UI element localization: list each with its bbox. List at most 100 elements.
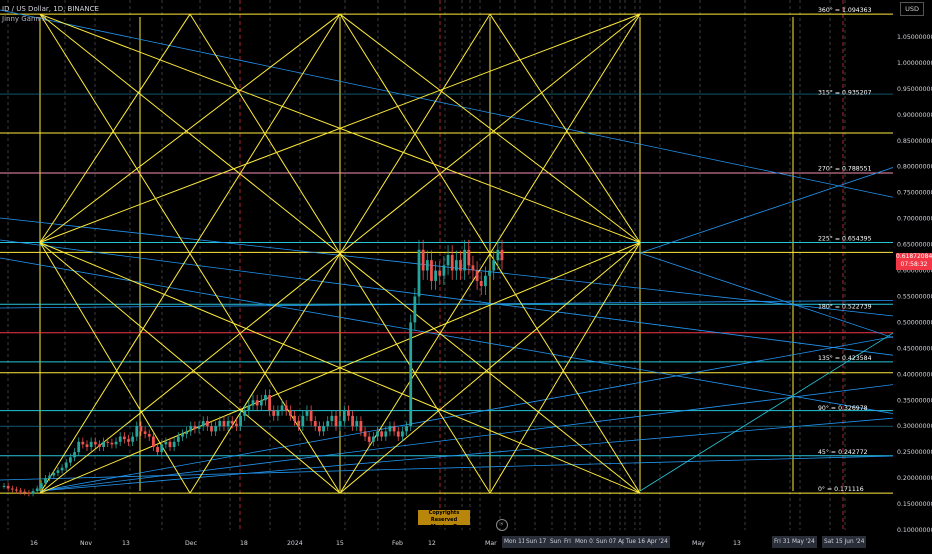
date-tag: Tue 16 Apr '24 <box>624 536 670 548</box>
horizontal-levels <box>0 13 893 494</box>
x-tick-label: 13 <box>122 540 130 547</box>
date-tag: Fri 31 May '24 <box>772 536 817 548</box>
candle-body <box>500 249 504 261</box>
candle-body <box>226 421 230 427</box>
candle-body <box>210 426 213 432</box>
x-tick-label: Mar <box>485 540 497 547</box>
candle-body <box>268 395 271 411</box>
candle-body <box>467 249 471 266</box>
candle-body <box>197 426 201 429</box>
candle-body <box>284 405 288 411</box>
candle-body <box>93 441 97 445</box>
symbol-title[interactable]: ID / US Dollar, 1D, BINANCE <box>2 4 99 14</box>
candle-body <box>430 260 433 281</box>
x-tick-label: 15 <box>336 540 344 547</box>
candle-body <box>255 400 259 406</box>
fan-line <box>639 309 931 492</box>
y-tick-label: 0.30000000 <box>897 423 932 430</box>
indicator-label[interactable]: Jinny Gann R <box>2 14 99 24</box>
candle-body <box>27 492 31 494</box>
candle-body <box>434 270 437 281</box>
candle-body <box>19 490 22 492</box>
candle-body <box>52 472 56 476</box>
gann-level-label: 360° = 1.094363 <box>818 6 872 14</box>
y-tick-label: 0.25000000 <box>897 449 932 456</box>
date-tag: Sat 15 Jun '24 <box>822 536 867 548</box>
chart-svg[interactable]: 360° = 1.094363 315° = 0.935207 270° = 0.7… <box>0 0 932 550</box>
candle-body <box>297 421 301 427</box>
candle-body <box>288 410 292 416</box>
candle-body <box>264 395 267 401</box>
gann-level-label: 0° = 0.171116 <box>818 485 864 493</box>
candle-body <box>471 265 475 271</box>
y-tick-label: 0.90000000 <box>897 112 932 119</box>
candle-body <box>31 491 35 494</box>
fan-line <box>639 252 931 351</box>
candle-body <box>309 410 313 422</box>
y-axis: 1.05000000 1.00000000 0.95000000 0.90000000… <box>893 0 932 550</box>
y-tick-label: 0.65000000 <box>897 242 932 249</box>
candle-body <box>380 431 384 437</box>
x-tick-label: May <box>692 540 705 547</box>
candle-body <box>334 415 338 427</box>
candle-body <box>143 431 147 434</box>
candle-body <box>367 436 371 442</box>
y-tick-label: 0.75000000 <box>897 190 932 197</box>
candle-body <box>488 270 491 276</box>
candle-body <box>172 441 176 447</box>
y-tick-label: 0.35000000 <box>897 397 932 404</box>
title-block: ID / US Dollar, 1D, BINANCE Jinny Gann R <box>2 4 99 24</box>
candle-body <box>218 421 222 427</box>
candle-body <box>6 485 10 489</box>
candle-body <box>69 457 72 463</box>
candle-body <box>60 467 64 471</box>
y-tick-label: 1.00000000 <box>897 60 932 67</box>
x-tick-label: 18 <box>240 540 248 547</box>
watermark-line2: Magic_xD <box>430 524 458 530</box>
candle-body <box>2 485 6 487</box>
candle-body <box>193 426 197 429</box>
candle-body <box>56 470 60 473</box>
candle-body <box>98 444 101 447</box>
candle-body <box>322 426 325 432</box>
candle-body <box>152 436 155 447</box>
candle-body <box>44 478 47 484</box>
candle-body <box>185 431 188 434</box>
candle-body <box>371 436 375 442</box>
candle-body <box>102 441 105 447</box>
currency-selector[interactable]: USD <box>900 2 924 16</box>
chart-area[interactable]: 360° = 1.094363 315° = 0.935207 270° = 0.7… <box>0 0 932 550</box>
watermark: Copyrights Reserved Magic_xD <box>418 510 470 530</box>
candle-body <box>239 415 242 427</box>
y-tick-label: 0.45000000 <box>897 345 932 352</box>
bar-countdown: 07:58:32 <box>900 261 928 268</box>
x-tick-label: Feb <box>392 540 403 547</box>
candle-body <box>421 249 425 271</box>
candle-body <box>251 400 255 406</box>
candle-body <box>446 254 450 266</box>
candle-body <box>135 426 139 437</box>
candle-body <box>347 410 350 416</box>
candle-body <box>110 442 114 445</box>
candle-body <box>479 280 483 287</box>
candle-body <box>454 260 458 271</box>
gann-level-label: 45° = 0.242772 <box>818 448 868 456</box>
x-tick-label: 12 <box>428 540 436 547</box>
candle-body <box>168 441 172 447</box>
candle-body <box>131 436 135 442</box>
candle-body <box>330 415 334 422</box>
candle-body <box>313 421 317 427</box>
candle-body <box>338 421 342 427</box>
candle-body <box>392 426 396 432</box>
candle-body <box>384 431 388 437</box>
candle-body <box>222 421 226 427</box>
candle-body <box>318 426 321 432</box>
candle-body <box>247 405 251 411</box>
candle-body <box>280 405 284 411</box>
candle-body <box>35 488 39 492</box>
candle-body <box>388 426 392 432</box>
candle-body <box>396 431 400 437</box>
lightning-icon[interactable]: ⚡ <box>496 519 508 531</box>
candle-body <box>363 431 367 437</box>
y-tick-label: 0.85000000 <box>897 138 932 145</box>
